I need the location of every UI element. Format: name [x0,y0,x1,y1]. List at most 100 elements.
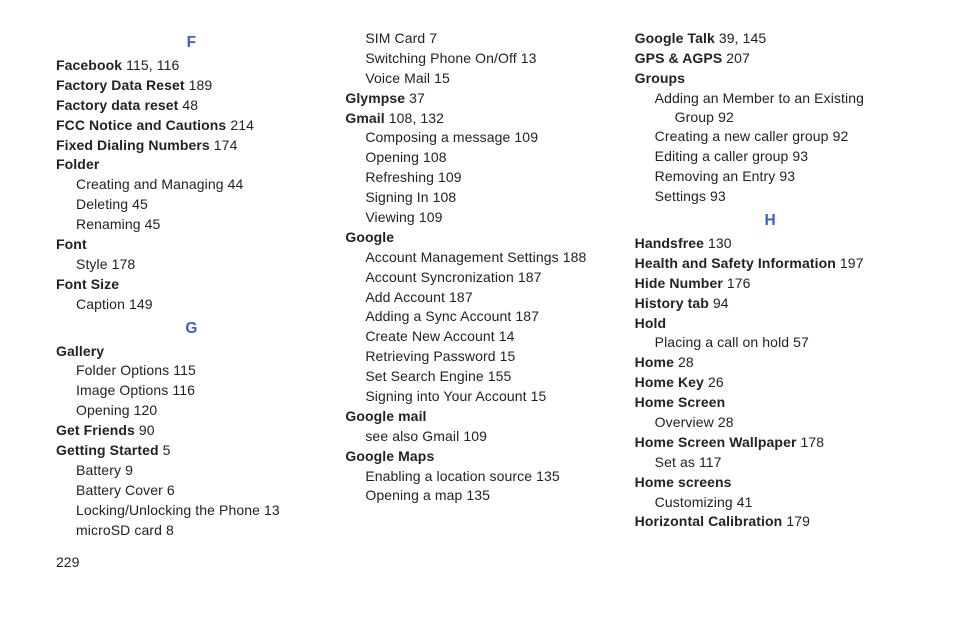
page-ref[interactable]: 8 [166,522,174,538]
page-ref[interactable]: 48 [182,97,198,113]
page-ref[interactable]: 41 [737,494,753,510]
page-ref[interactable]: 5 [163,442,171,458]
page-ref[interactable]: 92 [833,128,849,144]
page-ref[interactable]: 37 [409,90,425,106]
page-ref[interactable]: 93 [710,188,726,204]
index-topic: Factory Data Reset 189 [56,76,327,95]
page-ref[interactable]: 28 [678,354,694,370]
index-subentry: Opening 108 [345,148,616,167]
index-subentry: Signing into Your Account 15 [345,387,616,406]
index-subentry: Create New Account 14 [345,327,616,346]
page-ref[interactable]: 187 [518,269,542,285]
topic-label: Get Friends [56,422,135,438]
page-ref[interactable]: 178 [112,256,136,272]
page-ref[interactable]: 15 [434,70,450,86]
page-ref[interactable]: 39, 145 [719,30,766,46]
page-ref[interactable]: 13 [264,502,280,518]
topic-label: Fixed Dialing Numbers [56,137,210,153]
page-ref[interactable]: 26 [708,374,724,390]
page-ref[interactable]: 109 [438,169,462,185]
page-ref[interactable]: 155 [488,368,512,384]
page-ref[interactable]: 130 [708,235,732,251]
page-ref[interactable]: 207 [726,50,750,66]
subentry-label: Locking/Unlocking the Phone [76,502,260,518]
subentry-label: Set Search Engine [365,368,483,384]
page-ref[interactable]: 45 [132,196,148,212]
index-subentry: Customizing 41 [635,493,906,512]
page-ref[interactable]: 93 [779,168,795,184]
page-ref[interactable]: 93 [792,148,808,164]
page-ref[interactable]: 115, 116 [126,57,179,73]
page-number: 229 [56,554,906,570]
page-ref[interactable]: 13 [521,50,537,66]
page-ref[interactable]: 6 [167,482,175,498]
topic-label: Hide Number [635,275,723,291]
subentry-label: Retrieving Password [365,348,495,364]
page-ref[interactable]: 7 [429,30,437,46]
subentry-label: Removing an Entry [655,168,776,184]
page-ref[interactable]: 116 [172,382,195,398]
index-subentry: SIM Card 7 [345,29,616,48]
page-ref[interactable]: 108 [423,149,447,165]
page-ref[interactable]: 135 [466,487,490,503]
topic-label: Gallery [56,343,104,359]
page-ref[interactable]: 189 [189,77,213,93]
page-ref[interactable]: 197 [840,255,864,271]
index-subentry: Creating and Managing 44 [56,175,327,194]
page-ref[interactable]: 108 [433,189,457,205]
index-topic: Google [345,228,616,247]
page-ref[interactable]: 187 [449,289,473,305]
index-subentry: Style 178 [56,255,327,274]
page-ref[interactable]: 115 [173,362,196,378]
page-ref[interactable]: 178 [801,434,825,450]
page-ref[interactable]: 187 [515,308,539,324]
index-subentry: Battery 9 [56,461,327,480]
page-ref[interactable]: 176 [727,275,751,291]
page-ref[interactable]: 109 [514,129,538,145]
section-letter: F [56,34,327,52]
index-topic: FCC Notice and Cautions 214 [56,116,327,135]
index-subentry: microSD card 8 [56,521,327,540]
page-ref[interactable]: 9 [125,462,133,478]
index-topic: Horizontal Calibration 179 [635,512,906,531]
page-ref[interactable]: 120 [134,402,158,418]
subentry-label: Account Management Settings [365,249,558,265]
page-ref[interactable]: 94 [713,295,729,311]
page-ref[interactable]: 188 [563,249,587,265]
page-ref[interactable]: 135 [536,468,560,484]
page-ref[interactable]: 108, 132 [389,110,444,126]
index-subentry: Placing a call on hold 57 [635,333,906,352]
page-ref[interactable]: 179 [786,513,810,529]
index-topic: Hold [635,314,906,333]
subentry-label: Battery Cover [76,482,163,498]
page-ref[interactable]: 92 [718,109,734,125]
subentry-label: Add Account [365,289,445,305]
page-ref[interactable]: 15 [531,388,547,404]
page-ref[interactable]: 149 [129,296,153,312]
index-topic: Health and Safety Information 197 [635,254,906,273]
page-ref[interactable]: 57 [793,334,809,350]
subentry-label: Placing a call on hold [655,334,790,350]
page-ref[interactable]: 174 [214,137,238,153]
index-column: F Facebook 115, 116Factory Data Reset 189… [56,28,327,540]
page-ref[interactable]: 109 [463,428,487,444]
page-ref[interactable]: 109 [419,209,443,225]
topic-label: Google mail [345,408,426,424]
page-ref[interactable]: 14 [499,328,515,344]
index-topic: Facebook 115, 116 [56,56,327,75]
page-ref[interactable]: 90 [139,422,155,438]
index-topic: Hide Number 176 [635,274,906,293]
page-ref[interactable]: 45 [145,216,161,232]
index-subentry: Switching Phone On/Off 13 [345,49,616,68]
index-topic: Home Screen Wallpaper 178 [635,433,906,452]
page-ref[interactable]: 15 [500,348,516,364]
page-ref[interactable]: 214 [230,117,254,133]
subentry-label: Settings [655,188,706,204]
index-topic: Home Screen [635,393,906,412]
subentry-label: microSD card [76,522,162,538]
index-topic: Home Key 26 [635,373,906,392]
page-ref[interactable]: 28 [718,414,734,430]
page-ref[interactable]: 117 [699,454,722,470]
page-ref[interactable]: 44 [228,176,244,192]
index-topic: Factory data reset 48 [56,96,327,115]
